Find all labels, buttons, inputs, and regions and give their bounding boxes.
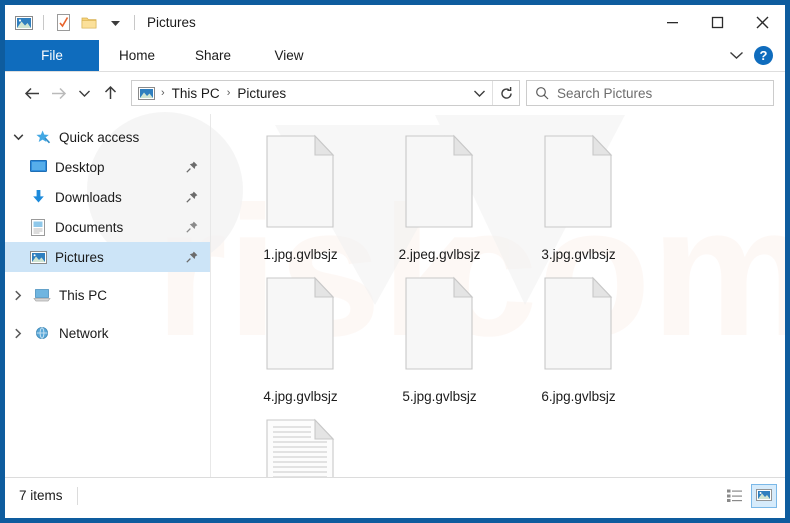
toolbar-separator-2 xyxy=(134,15,135,30)
file-list-pane[interactable]: 1.jpg.gvlbsjz 2.jpeg.gvlbsjz 3.jpg.gvlbs… xyxy=(211,114,785,512)
file-item[interactable]: 1.jpg.gvlbsjz xyxy=(231,128,370,264)
sidebar-item-network[interactable]: Network xyxy=(5,318,210,348)
address-bar[interactable]: › This PC › Pictures xyxy=(131,80,520,106)
tab-home[interactable]: Home xyxy=(99,40,175,71)
explorer-window: risk com Pictures File Home Share View ?… xyxy=(0,0,790,523)
breadcrumb-separator-1: › xyxy=(161,87,165,99)
chevron-down-icon[interactable] xyxy=(729,47,744,65)
pin-icon[interactable] xyxy=(184,189,200,205)
network-icon xyxy=(31,318,53,348)
breadcrumb-separator-2: › xyxy=(226,87,231,99)
new-folder-icon[interactable] xyxy=(79,13,99,33)
navigation-bar: › This PC › Pictures Search Pictures xyxy=(5,72,785,114)
pictures-icon xyxy=(27,242,49,272)
file-item[interactable]: 2.jpeg.gvlbsjz xyxy=(370,128,509,264)
tab-share[interactable]: Share xyxy=(175,40,251,71)
sidebar-item-label: Pictures xyxy=(55,249,104,265)
sidebar-item-desktop[interactable]: Desktop xyxy=(5,152,210,182)
ribbon-right-controls: ? xyxy=(729,40,785,71)
breadcrumb-item-this-pc[interactable]: This PC xyxy=(168,86,224,101)
chevron-right-icon[interactable] xyxy=(5,318,31,348)
search-input[interactable]: Search Pictures xyxy=(557,86,652,101)
sidebar-item-downloads[interactable]: Downloads xyxy=(5,182,210,212)
ribbon-tabs: File Home Share View ? xyxy=(5,40,785,72)
status-separator xyxy=(76,486,78,505)
status-bar: 7 items xyxy=(5,477,785,513)
sidebar-item-quick-access[interactable]: Quick access xyxy=(5,122,210,152)
sidebar-item-label: Documents xyxy=(55,219,124,235)
large-icons-view-button[interactable] xyxy=(751,483,777,508)
sidebar-item-documents[interactable]: Documents xyxy=(5,212,210,242)
recent-locations-button[interactable] xyxy=(71,80,97,106)
file-grid: 1.jpg.gvlbsjz 2.jpeg.gvlbsjz 3.jpg.gvlbs… xyxy=(231,128,785,518)
breadcrumb-item-pictures[interactable]: Pictures xyxy=(233,86,290,101)
file-name: 6.jpg.gvlbsjz xyxy=(541,389,616,404)
sidebar-item-this-pc[interactable]: This PC xyxy=(5,280,210,310)
quick-access-toolbar xyxy=(5,5,138,40)
window-title: Pictures xyxy=(147,15,196,30)
downloads-icon xyxy=(27,182,49,212)
file-name: 1.jpg.gvlbsjz xyxy=(263,247,338,262)
blank-file-icon xyxy=(401,276,479,380)
ribbon-spacer xyxy=(327,40,729,71)
blank-file-icon xyxy=(401,134,479,238)
close-button[interactable] xyxy=(740,5,785,40)
chevron-down-icon[interactable] xyxy=(5,122,31,152)
sidebar-item-label: Desktop xyxy=(55,159,105,175)
item-count: 7 items xyxy=(19,488,63,503)
refresh-button[interactable] xyxy=(493,81,519,105)
sidebar-item-pictures[interactable]: Pictures xyxy=(5,242,210,272)
title-bar: Pictures xyxy=(5,5,785,40)
blank-file-icon xyxy=(540,134,618,238)
pictures-folder-icon xyxy=(138,86,155,100)
sidebar-item-label: Quick access xyxy=(59,129,140,145)
file-item[interactable]: 5.jpg.gvlbsjz xyxy=(370,270,509,406)
minimize-button[interactable] xyxy=(650,5,695,40)
desktop-icon xyxy=(27,152,49,182)
file-name: 5.jpg.gvlbsjz xyxy=(402,389,477,404)
sidebar-item-label: Network xyxy=(59,325,109,341)
tab-view[interactable]: View xyxy=(251,40,327,71)
properties-icon[interactable] xyxy=(53,13,73,33)
this-pc-icon xyxy=(31,280,53,310)
file-item[interactable]: 3.jpg.gvlbsjz xyxy=(509,128,648,264)
star-pin-icon xyxy=(31,122,53,152)
tab-file[interactable]: File xyxy=(5,40,99,71)
pin-icon[interactable] xyxy=(184,249,200,265)
back-button[interactable] xyxy=(19,80,45,106)
window-controls xyxy=(650,5,785,40)
documents-icon xyxy=(27,212,49,242)
blank-file-icon xyxy=(262,276,340,380)
file-name: 4.jpg.gvlbsjz xyxy=(263,389,338,404)
pin-icon[interactable] xyxy=(184,159,200,175)
toolbar-separator xyxy=(43,15,44,30)
main-area: Quick access Desktop Downloads Documents… xyxy=(5,114,785,512)
sidebar-item-label: Downloads xyxy=(55,189,122,205)
file-item[interactable]: 4.jpg.gvlbsjz xyxy=(231,270,370,406)
customize-dropdown-icon[interactable] xyxy=(105,13,125,33)
forward-button[interactable] xyxy=(45,80,71,106)
breadcrumb[interactable]: › This PC › Pictures xyxy=(132,86,466,101)
blank-file-icon xyxy=(262,134,340,238)
search-box[interactable]: Search Pictures xyxy=(526,80,774,106)
file-item[interactable]: 6.jpg.gvlbsjz xyxy=(509,270,648,406)
search-icon xyxy=(527,81,557,105)
file-name: 3.jpg.gvlbsjz xyxy=(541,247,616,262)
details-view-button[interactable] xyxy=(721,484,747,508)
pictures-folder-icon[interactable] xyxy=(14,13,34,33)
maximize-button[interactable] xyxy=(695,5,740,40)
navigation-pane: Quick access Desktop Downloads Documents… xyxy=(5,114,210,477)
sidebar-item-label: This PC xyxy=(59,287,108,303)
file-name: 2.jpeg.gvlbsjz xyxy=(398,247,481,262)
previous-locations-button[interactable] xyxy=(466,81,492,105)
pin-icon[interactable] xyxy=(184,219,200,235)
chevron-right-icon[interactable] xyxy=(5,280,31,310)
blank-file-icon xyxy=(540,276,618,380)
up-button[interactable] xyxy=(97,80,123,106)
help-button[interactable]: ? xyxy=(754,46,773,65)
